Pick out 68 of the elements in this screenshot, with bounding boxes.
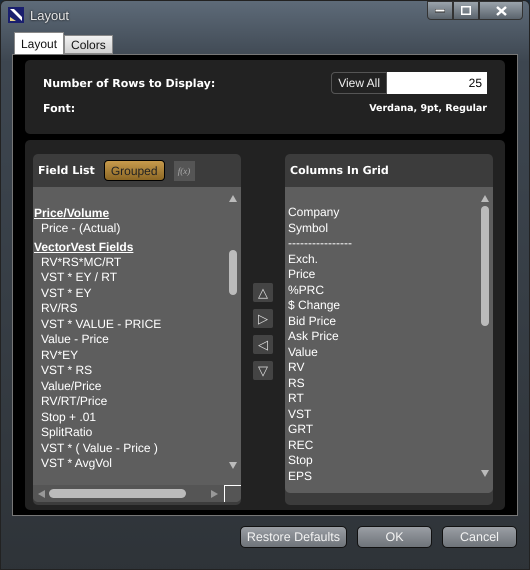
scroll-right-icon	[211, 490, 218, 498]
grouped-toggle-button[interactable]: Grouped	[104, 160, 165, 181]
scroll-left-icon	[38, 490, 45, 498]
column-item[interactable]: GRT	[288, 422, 314, 438]
column-item[interactable]: ----------------	[288, 236, 352, 252]
move-button[interactable]: ▽	[252, 360, 274, 381]
columns-title: Columns In Grid	[290, 164, 389, 177]
scroll-down-icon	[480, 470, 488, 477]
field-item[interactable]: RV*RS*MC/RT	[34, 254, 122, 270]
scroll-up-icon	[480, 195, 488, 202]
column-item[interactable]: Stop	[288, 453, 313, 468]
move-button[interactable]: ▷	[252, 308, 274, 329]
field-item[interactable]: RV*EY	[34, 348, 78, 363]
column-item[interactable]: Bid Price	[288, 314, 336, 329]
field-item[interactable]: VST * VALUE - PRICE	[34, 316, 162, 332]
scroll-thumb[interactable]	[49, 489, 186, 498]
maximize-button[interactable]	[453, 1, 479, 20]
field-item[interactable]: Value/Price	[34, 378, 102, 394]
field-item[interactable]: VST * EY / RT	[34, 270, 118, 286]
field-item[interactable]: Price - (Actual)	[34, 221, 120, 236]
column-item[interactable]: Company	[288, 205, 340, 220]
column-item[interactable]: RT	[288, 391, 304, 406]
column-item[interactable]: EPS	[288, 468, 312, 484]
column-item[interactable]: VST	[288, 406, 312, 422]
view-all-button[interactable]: View All	[331, 72, 387, 94]
horizontal-scrollbar[interactable]	[33, 485, 224, 502]
column-item[interactable]: Symbol	[288, 220, 328, 236]
column-item[interactable]: REC	[288, 438, 314, 453]
column-item[interactable]: RS	[288, 376, 305, 391]
resize-corner	[224, 485, 241, 502]
move-button[interactable]: △	[252, 282, 274, 303]
logo-icon	[8, 7, 24, 23]
window-title: Layout	[30, 8, 70, 22]
minimize-icon	[435, 8, 445, 12]
field-item[interactable]: VST * EY	[34, 286, 92, 301]
close-icon	[496, 6, 506, 16]
minimize-button[interactable]	[427, 1, 453, 20]
column-item[interactable]: %PRC	[288, 282, 324, 298]
move-button[interactable]: ◁	[252, 334, 274, 355]
font-value: Verdana, 9pt, Regular	[369, 103, 487, 114]
scroll-thumb[interactable]	[228, 250, 236, 295]
close-button[interactable]	[479, 1, 523, 20]
rows-input-field[interactable]: 25	[387, 72, 487, 94]
field-item[interactable]: VST * ( Value - Price )	[34, 440, 158, 456]
field-item[interactable]: RV/RS	[34, 301, 78, 316]
rows-label: Number of Rows to Display:	[43, 76, 216, 90]
maximize-icon	[461, 6, 471, 15]
column-item[interactable]: Ask Price	[288, 329, 339, 344]
column-item[interactable]: Value	[288, 344, 318, 360]
font-label: Font:	[43, 102, 76, 115]
field-item[interactable]: Value - Price	[34, 332, 109, 348]
group-header[interactable]: Price/Volume	[34, 205, 110, 221]
field-item[interactable]: RV/RT/Price	[34, 394, 108, 410]
column-item[interactable]: RV	[288, 360, 304, 376]
column-item[interactable]: Price	[288, 267, 316, 282]
tab[interactable]: Layout	[14, 32, 64, 54]
field-item[interactable]: VST * RS	[34, 363, 92, 378]
field-item[interactable]: SplitRatio	[34, 425, 92, 440]
group-header[interactable]: VectorVest Fields	[34, 238, 134, 254]
field-item[interactable]: Stop + .01	[34, 410, 96, 425]
column-item[interactable]: Exch.	[288, 252, 318, 267]
field-list-title: Field List	[38, 164, 95, 177]
scroll-up-icon	[228, 195, 236, 202]
scroll-thumb[interactable]	[480, 206, 488, 326]
column-item[interactable]: $ Change	[288, 298, 340, 314]
tab[interactable]: Colors	[64, 35, 113, 54]
scroll-down-icon	[228, 462, 236, 469]
field-item[interactable]: VST * AvgVol	[34, 456, 112, 472]
